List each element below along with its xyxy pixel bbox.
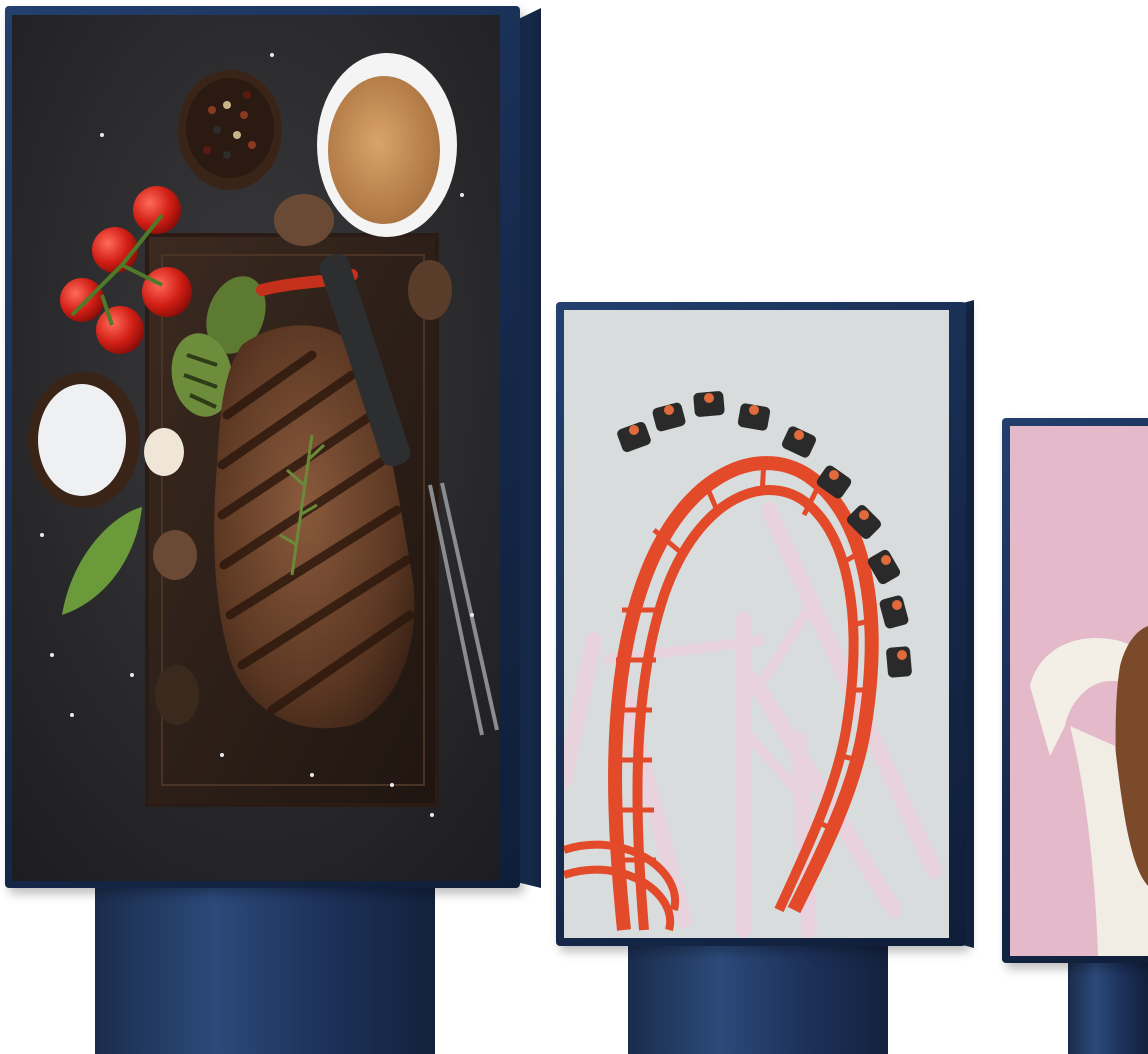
rollercoaster-screen — [564, 310, 949, 938]
display-stand-left — [95, 880, 435, 1054]
display-stand-right — [1068, 962, 1148, 1054]
display-stand-middle — [628, 945, 888, 1054]
portrait-screen — [1010, 426, 1148, 956]
woman-portrait-image — [1010, 426, 1148, 956]
food-screen — [12, 15, 500, 881]
rollercoaster-image — [564, 310, 949, 938]
steak-board-image — [12, 15, 500, 881]
